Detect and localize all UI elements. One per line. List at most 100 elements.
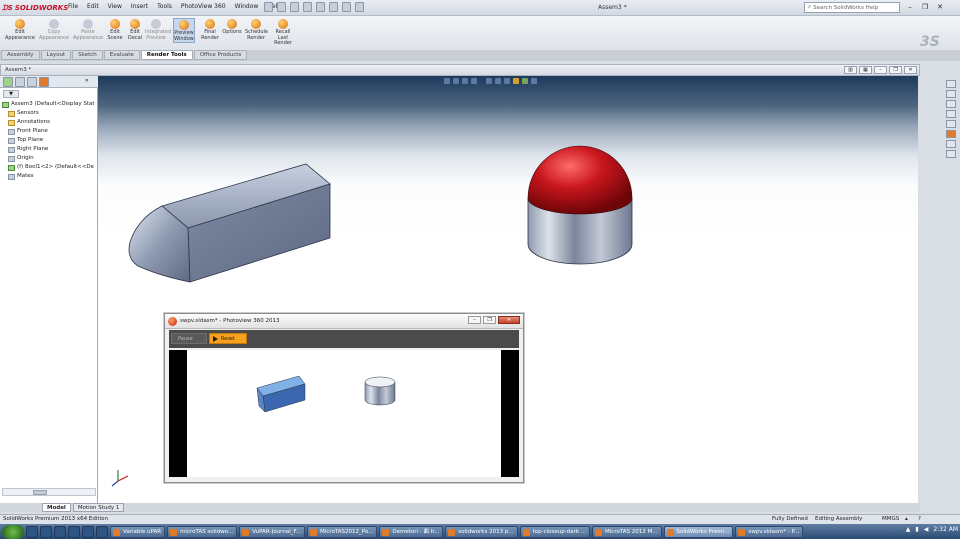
tree-item[interactable]: Right Plane: [2, 145, 97, 154]
rebuild-icon[interactable]: [342, 2, 351, 12]
tab-office-products[interactable]: Office Products: [193, 50, 248, 60]
edit-decal-button[interactable]: Edit Decal: [124, 18, 146, 41]
menu-file[interactable]: File: [68, 3, 78, 10]
preview-window-button[interactable]: Preview Window: [173, 18, 195, 43]
network-icon[interactable]: ▮: [915, 526, 918, 533]
tray-icon[interactable]: ▲: [906, 526, 911, 533]
tab-render-tools[interactable]: Render Tools: [140, 50, 193, 60]
scroll-thumb[interactable]: [33, 490, 47, 495]
design-library-icon[interactable]: [946, 90, 956, 98]
minimize-icon[interactable]: –: [904, 2, 916, 12]
appearance-icon[interactable]: [39, 77, 49, 87]
taskbar-app[interactable]: SolidWorks Premi...: [663, 525, 734, 538]
tab-model[interactable]: Model: [42, 503, 71, 512]
integrated-preview-button[interactable]: Integrated Preview: [145, 18, 171, 41]
preview-restore-icon[interactable]: ❐: [483, 316, 496, 324]
filter-icon[interactable]: ▼: [3, 90, 19, 98]
feature-tree-icon[interactable]: [3, 77, 13, 87]
media-player-icon[interactable]: [96, 525, 108, 538]
options-button[interactable]: Options: [221, 18, 243, 36]
taskbar-app[interactable]: VuPAR-Journal_F...: [239, 525, 305, 538]
tree-item[interactable]: Front Plane: [2, 127, 97, 136]
edit-appearance-button[interactable]: Edit Appearance: [4, 18, 36, 41]
configuration-icon[interactable]: [27, 77, 37, 87]
menu-insert[interactable]: Insert: [131, 3, 148, 10]
taskbar-app[interactable]: microTAS solidwo...: [167, 525, 238, 538]
property-manager-icon[interactable]: [15, 77, 25, 87]
view-palette-icon[interactable]: [946, 120, 956, 128]
select-icon[interactable]: [329, 2, 338, 12]
tree-item[interactable]: Assem3 (Default<Display Stat: [2, 100, 97, 109]
taskbar-app[interactable]: solidworks 2013 p...: [445, 525, 518, 538]
solidworks-logo[interactable]: ᗪS SOLIDWORKS: [2, 2, 68, 14]
tree-item[interactable]: Sensors: [2, 109, 97, 118]
menu-edit[interactable]: Edit: [87, 3, 99, 10]
doc-close-icon[interactable]: ✕: [904, 66, 917, 74]
save-icon[interactable]: [290, 2, 299, 12]
expand-panel-icon[interactable]: »: [85, 77, 95, 87]
options-icon[interactable]: [355, 2, 364, 12]
taskbar-app[interactable]: Demetori - 曲 Ir...: [379, 525, 444, 538]
tree-item[interactable]: Origin: [2, 154, 97, 163]
units-dropdown-icon[interactable]: ▴: [905, 515, 908, 524]
tree-item[interactable]: Mates: [2, 172, 97, 181]
search-icon[interactable]: [946, 110, 956, 118]
edit-scene-button[interactable]: Edit Scene: [104, 18, 126, 41]
explorer-icon[interactable]: [26, 525, 38, 538]
schedule-render-button[interactable]: Schedule Render: [245, 18, 268, 41]
firefox-icon[interactable]: [82, 525, 94, 538]
open-icon[interactable]: [277, 2, 286, 12]
custom-properties-icon[interactable]: [946, 140, 956, 148]
tab-layout[interactable]: Layout: [40, 50, 72, 60]
reset-button[interactable]: Reset: [209, 333, 247, 344]
preview-close-icon[interactable]: ✕: [498, 316, 520, 324]
tab-sketch[interactable]: Sketch: [72, 50, 103, 60]
clock[interactable]: 2:32 AM: [933, 526, 958, 533]
print-icon[interactable]: [303, 2, 312, 12]
word-icon[interactable]: [54, 525, 66, 538]
menu-view[interactable]: View: [108, 3, 122, 10]
menu-window[interactable]: Window: [235, 3, 259, 10]
new-icon[interactable]: [264, 2, 273, 12]
volume-icon[interactable]: ◀: [924, 526, 929, 533]
taskbar-app[interactable]: Variable uPAR: [110, 525, 166, 538]
tab-assembly[interactable]: Assembly: [1, 50, 40, 60]
taskbar-app[interactable]: top-closeup-dark ...: [519, 525, 591, 538]
close-icon[interactable]: ✕: [934, 2, 946, 12]
tree-item[interactable]: (f) Bool1<2> (Default<<De: [2, 163, 97, 172]
doc-minimize-icon[interactable]: –: [874, 66, 887, 74]
units-selector[interactable]: MMGS: [882, 515, 899, 524]
copy-appearance-button[interactable]: Copy Appearance: [38, 18, 70, 41]
final-render-button[interactable]: Final Render: [199, 18, 221, 41]
start-button[interactable]: [2, 524, 24, 539]
tab-motion-study-1[interactable]: Motion Study 1: [72, 503, 125, 512]
tile-icon[interactable]: ▥: [844, 66, 857, 74]
menu-photoview-360[interactable]: PhotoView 360: [181, 3, 226, 10]
powerpoint-icon[interactable]: [68, 525, 80, 538]
doc-restore-icon[interactable]: ❐: [889, 66, 902, 74]
recall-last-render-button[interactable]: Recall Last Render: [272, 18, 294, 47]
appearances-icon[interactable]: [946, 130, 956, 138]
menu-tools[interactable]: Tools: [157, 3, 172, 10]
undo-icon[interactable]: [316, 2, 325, 12]
taskbar-app[interactable]: MicroTAS2012_Po...: [307, 525, 378, 538]
restore-icon[interactable]: ❐: [919, 2, 931, 12]
tree-item[interactable]: Top Plane: [2, 136, 97, 145]
help-icon[interactable]: ?: [918, 515, 921, 524]
file-explorer-icon[interactable]: [946, 100, 956, 108]
paste-appearance-button[interactable]: Paste Appearance: [72, 18, 104, 41]
preview-minimize-icon[interactable]: –: [468, 316, 481, 324]
resources-icon[interactable]: [946, 80, 956, 88]
forum-icon[interactable]: [946, 150, 956, 158]
chrome-icon[interactable]: [40, 525, 52, 538]
panel-horizontal-scrollbar[interactable]: [2, 488, 96, 496]
tile-vertical-icon[interactable]: ▦: [859, 66, 872, 74]
taskbar-app[interactable]: swpv.sldasm* - P...: [735, 525, 804, 538]
taskbar-app[interactable]: MicroTAS 2012 M...: [592, 525, 662, 538]
tab-evaluate[interactable]: Evaluate: [103, 50, 140, 60]
tree-item[interactable]: Annotations: [2, 118, 97, 127]
help-search-input[interactable]: ⌕ Search SolidWorks Help: [804, 2, 900, 13]
pause-button[interactable]: Pause: [171, 333, 207, 344]
dome-cylinder-part[interactable]: [527, 145, 633, 265]
box-part[interactable]: [128, 163, 331, 283]
